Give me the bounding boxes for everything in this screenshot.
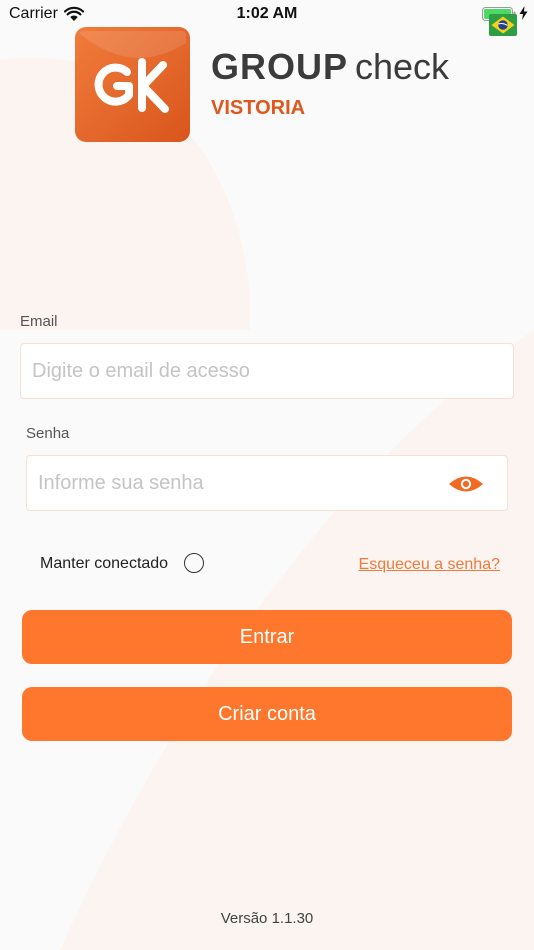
password-field[interactable] <box>38 456 438 510</box>
password-field-box[interactable] <box>26 455 508 511</box>
remember-me-radio[interactable] <box>184 553 204 573</box>
brand-name-strong: GROUP <box>211 46 349 87</box>
charging-bolt-icon <box>519 6 528 20</box>
email-label: Email <box>20 313 58 330</box>
status-bar: Carrier 1:02 AM <box>0 0 534 28</box>
app-version: Versão 1.1.30 <box>220 910 314 927</box>
email-field[interactable] <box>32 344 502 398</box>
brazil-flag-icon[interactable] <box>489 14 517 36</box>
create-account-button[interactable]: Criar conta <box>22 687 512 741</box>
brand-subtitle: VISTORIA <box>211 97 306 119</box>
brand-name-light: check <box>355 46 450 87</box>
login-button[interactable]: Entrar <box>22 610 512 664</box>
forgot-password-link[interactable]: Esqueceu a senha? <box>359 556 500 574</box>
email-field-box[interactable] <box>20 343 514 399</box>
brand-name: GROUP check <box>211 49 449 85</box>
remember-me-label: Manter conectado <box>40 555 169 572</box>
gk-logo-icon <box>75 27 190 142</box>
eye-icon[interactable] <box>447 473 485 495</box>
password-label: Senha <box>26 425 70 442</box>
clock: 1:02 AM <box>236 5 298 22</box>
